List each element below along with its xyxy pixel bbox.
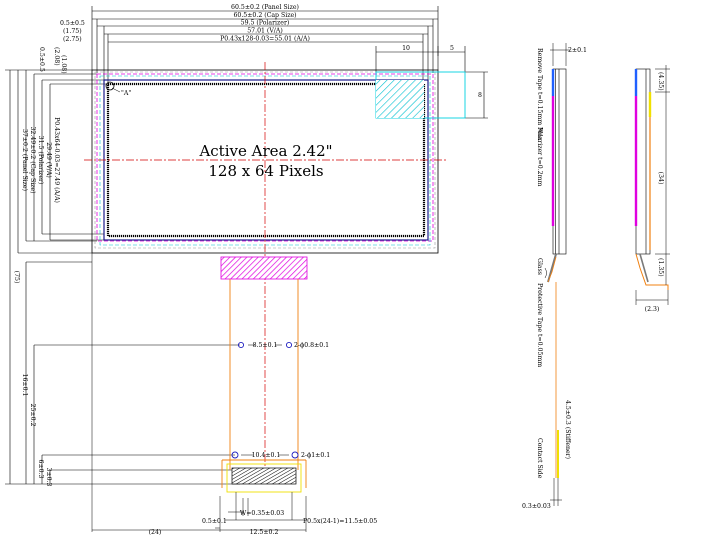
dim-aa-width: P0.43x128-0.03=55.01 (A/A) (220, 36, 310, 43)
dim-3: 3±0.3 (45, 468, 52, 487)
left-dimension-lines (5, 69, 240, 485)
dim-05: 0.5±0.1 (202, 518, 227, 525)
pixel-count-label: 128 x 64 Pixels (208, 162, 323, 180)
side2-body (635, 68, 651, 255)
contact-side-label: Contact Side (536, 438, 543, 479)
dim-polarizer-width: 59.5 (Polarizer) (241, 20, 290, 27)
dim-8: 8 (478, 92, 482, 99)
dim-cap-width: 60.5±0.2 (Cap Size) (233, 12, 296, 19)
side1-thickness: 2±0.1 (568, 47, 587, 54)
hatched-corner (376, 80, 424, 118)
dim-lower-hole-pitch: 10.4±0.1 (252, 452, 281, 459)
dim-left-275: (2.75) (63, 36, 82, 43)
dim-trace-width: W=0.35±0.03 (240, 510, 284, 517)
dim-aa-height: P0.43x64-0.03=27.49 (A/A) (53, 117, 60, 203)
dim-left-05: 0.5±0.5 (60, 20, 85, 27)
lcd-mechanical-drawing: 60.5±0.2 (Panel Size) 60.5±0.2 (Cap Size… (5, 4, 670, 536)
dim-va-height: 29.49 (V/A) (45, 142, 52, 178)
dim-polarizer-height: 31.5 (Polarizer) (37, 136, 44, 185)
dim-top-108: (1.08) (60, 55, 67, 74)
side2-dim-135: (1.35) (657, 258, 664, 277)
side2-dim-34: (34) (657, 172, 664, 185)
dim-6: 6±0.3 (37, 460, 44, 479)
dim-va-width: 57.01 (V/A) (247, 28, 283, 35)
dim-24: (24) (149, 529, 162, 536)
dim-top-05: 0.5±0.5 (38, 47, 45, 72)
dim-contact-pitch: P0.5x(24-1)=11.5±0.05 (303, 518, 377, 525)
ic-bonding-area (220, 256, 308, 280)
dim-lower-hole-dia: 2-ϕ1±0.1 (301, 452, 330, 459)
dim-upper-hole-dia: 2-ϕ0.8±0.1 (294, 342, 329, 349)
dim-top-208: (2.08) (53, 47, 60, 66)
polarizer-label: Polarizer t=0.2mm (536, 127, 543, 186)
dim-panel-width: 60.5±0.2 (Panel Size) (231, 4, 299, 11)
dim-5: 5 (450, 45, 454, 52)
dim-cap-height: 32.49±0.2 (Cap Size) (29, 126, 36, 193)
active-area-title: Active Area 2.42" (198, 142, 332, 160)
fpc (91, 253, 308, 532)
dim-panel-height: 37±0.2 (Panel Size) (21, 129, 28, 191)
side1-bottom-dim: 0.3±0.03 (522, 503, 551, 510)
side2-dim-435: (4.35) (657, 72, 664, 91)
contact-pads (231, 467, 297, 485)
dim-upper-hole-pitch: 8.5±0.1 (253, 342, 278, 349)
dim-10: 10 (402, 45, 410, 52)
detail-a-label: "A" (121, 90, 131, 97)
dim-25: 25±0.2 (29, 404, 36, 427)
glass-label: Glass (536, 258, 543, 275)
dim-12-5: 12.5±0.2 (250, 529, 279, 536)
dim-left-175: (1.75) (63, 28, 82, 35)
side-glass-body (552, 68, 567, 255)
lower-right-hole (291, 451, 299, 459)
upper-right-hole (285, 341, 293, 349)
dim-total-height: (75) (13, 271, 20, 284)
dim-16: 16±0.1 (21, 374, 28, 397)
stiffener-label: 4.5±0.3 (Stiffener) (564, 400, 571, 459)
side2-dim-23: (2.3) (645, 306, 660, 313)
protective-tape-label: Protective Tape t=0.05mm (536, 283, 543, 367)
